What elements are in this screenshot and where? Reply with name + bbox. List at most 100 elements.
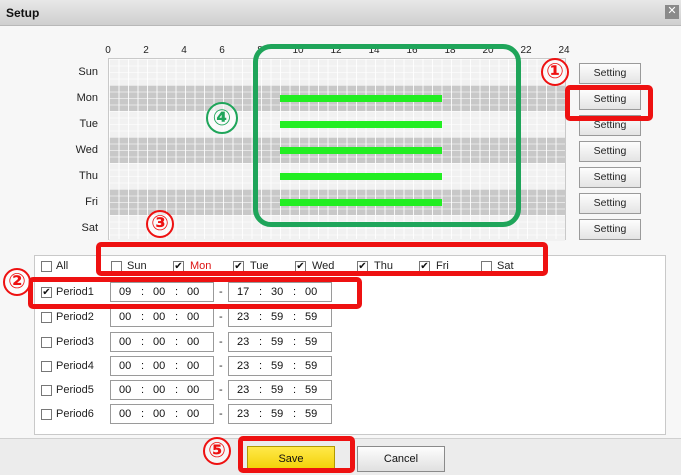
range-separator: - (219, 384, 223, 396)
time-separator: : (293, 384, 297, 396)
period2-end-time[interactable]: 23 : 59 : 59 (228, 307, 332, 327)
day-label-sun: Sun (78, 66, 98, 78)
close-icon[interactable]: ✕ (665, 5, 679, 19)
time-separator: : (293, 311, 297, 323)
time-separator: : (175, 384, 179, 396)
range-separator: - (219, 311, 223, 323)
end-minute[interactable]: 59 (271, 381, 283, 399)
start-hour[interactable]: 00 (119, 381, 131, 399)
end-hour[interactable]: 23 (237, 357, 249, 375)
start-minute[interactable]: 00 (153, 381, 165, 399)
start-hour[interactable]: 00 (119, 333, 131, 351)
period4-label: Period4 (56, 360, 94, 372)
all-checkbox[interactable] (41, 261, 52, 272)
period4-end-time[interactable]: 23 : 59 : 59 (228, 356, 332, 376)
time-separator: : (141, 311, 145, 323)
period2-label: Period2 (56, 311, 94, 323)
time-separator: : (259, 360, 263, 372)
period2-checkbox[interactable] (41, 312, 52, 323)
start-second[interactable]: 00 (187, 357, 199, 375)
annotation-box-1 (565, 85, 653, 121)
period6-end-time[interactable]: 23 : 59 : 59 (228, 404, 332, 424)
end-second[interactable]: 59 (305, 405, 317, 423)
end-minute[interactable]: 59 (271, 333, 283, 351)
day-label-thu: Thu (79, 170, 98, 182)
start-second[interactable]: 00 (187, 381, 199, 399)
time-separator: : (259, 336, 263, 348)
period5-end-time[interactable]: 23 : 59 : 59 (228, 380, 332, 400)
title-bar: Setup ✕ (0, 0, 681, 26)
period6-checkbox[interactable] (41, 409, 52, 420)
period4-start-time[interactable]: 00 : 00 : 00 (110, 356, 214, 376)
annotation-box-4 (253, 44, 521, 227)
end-minute[interactable]: 59 (271, 405, 283, 423)
end-second[interactable]: 59 (305, 333, 317, 351)
start-hour[interactable]: 00 (119, 405, 131, 423)
period5-start-time[interactable]: 00 : 00 : 00 (110, 380, 214, 400)
annotation-number-4: ④ (206, 102, 238, 134)
setting-button-wed[interactable]: Setting (579, 141, 641, 162)
hour-label: 0 (105, 45, 111, 56)
range-separator: - (219, 408, 223, 420)
period6-start-time[interactable]: 00 : 00 : 00 (110, 404, 214, 424)
end-hour[interactable]: 23 (237, 333, 249, 351)
end-hour[interactable]: 23 (237, 308, 249, 326)
cancel-button[interactable]: Cancel (357, 446, 445, 472)
period5-label: Period5 (56, 384, 94, 396)
time-separator: : (259, 311, 263, 323)
setting-button-thu[interactable]: Setting (579, 167, 641, 188)
time-separator: : (175, 408, 179, 420)
hour-label: 24 (558, 45, 570, 56)
day-label-sat: Sat (81, 222, 98, 234)
setting-button-sat[interactable]: Setting (579, 219, 641, 240)
hour-label: 4 (181, 45, 187, 56)
end-minute[interactable]: 59 (271, 357, 283, 375)
start-second[interactable]: 00 (187, 405, 199, 423)
period3-end-time[interactable]: 23 : 59 : 59 (228, 332, 332, 352)
end-hour[interactable]: 23 (237, 381, 249, 399)
period2-start-time[interactable]: 00 : 00 : 00 (110, 307, 214, 327)
annotation-box-5 (238, 436, 355, 473)
time-separator: : (175, 336, 179, 348)
period3-start-time[interactable]: 00 : 00 : 00 (110, 332, 214, 352)
range-separator: - (219, 360, 223, 372)
start-second[interactable]: 00 (187, 333, 199, 351)
start-hour[interactable]: 00 (119, 308, 131, 326)
period3-checkbox[interactable] (41, 337, 52, 348)
dialog-title: Setup (6, 6, 40, 20)
annotation-number-1: ① (541, 58, 569, 86)
start-minute[interactable]: 00 (153, 405, 165, 423)
time-separator: : (259, 384, 263, 396)
end-second[interactable]: 59 (305, 381, 317, 399)
day-label-tue: Tue (79, 118, 98, 130)
day-label-fri: Fri (85, 196, 98, 208)
time-separator: : (175, 311, 179, 323)
time-separator: : (259, 408, 263, 420)
end-minute[interactable]: 59 (271, 308, 283, 326)
setting-button-sun[interactable]: Setting (579, 63, 641, 84)
period4-checkbox[interactable] (41, 361, 52, 372)
end-hour[interactable]: 23 (237, 405, 249, 423)
time-separator: : (141, 336, 145, 348)
start-minute[interactable]: 00 (153, 308, 165, 326)
start-minute[interactable]: 00 (153, 333, 165, 351)
time-separator: : (293, 336, 297, 348)
start-second[interactable]: 00 (187, 308, 199, 326)
time-separator: : (141, 384, 145, 396)
start-minute[interactable]: 00 (153, 357, 165, 375)
day-label-wed: Wed (75, 144, 98, 156)
time-separator: : (141, 408, 145, 420)
time-separator: : (293, 360, 297, 372)
time-separator: : (141, 360, 145, 372)
start-hour[interactable]: 00 (119, 357, 131, 375)
end-second[interactable]: 59 (305, 308, 317, 326)
period6-label: Period6 (56, 408, 94, 420)
setup-dialog: Setup ✕ 0 2 4 6 8 10 12 14 16 18 20 22 2… (0, 0, 681, 475)
range-separator: - (219, 336, 223, 348)
setting-button-fri[interactable]: Setting (579, 193, 641, 214)
annotation-box-3 (96, 242, 548, 276)
end-second[interactable]: 59 (305, 357, 317, 375)
day-label-mon: Mon (76, 92, 98, 104)
annotation-number-3: ③ (146, 210, 174, 238)
period5-checkbox[interactable] (41, 385, 52, 396)
